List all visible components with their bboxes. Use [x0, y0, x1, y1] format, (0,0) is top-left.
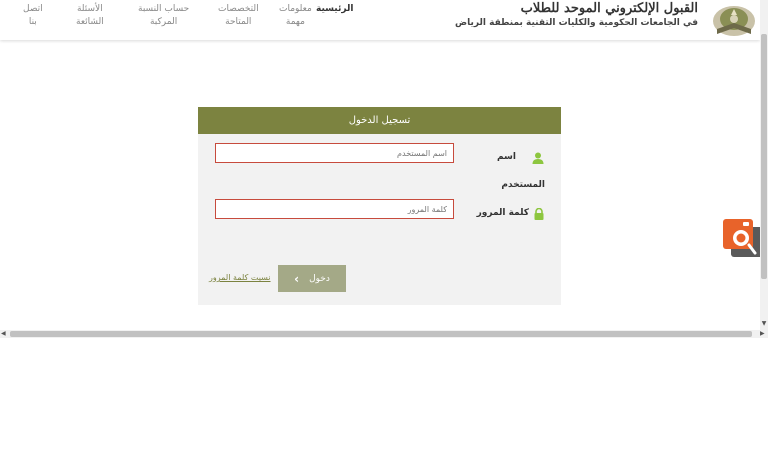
- chevron-right-icon: ›: [294, 271, 300, 286]
- nav-faq-line1: الأسئلة: [76, 4, 103, 14]
- password-input[interactable]: [215, 199, 454, 219]
- login-card: تسجيل الدخول اسم المستخدم كلمة المرور دخ…: [198, 107, 561, 305]
- quran-book-logo-icon[interactable]: [711, 1, 757, 39]
- nav-composite-calc[interactable]: حساب النسبة المركبة: [138, 3, 189, 29]
- camera-widget-icon[interactable]: [723, 219, 763, 257]
- scroll-right-arrow-icon[interactable]: ▶: [760, 330, 765, 338]
- lock-icon: [533, 205, 545, 220]
- nav-faq[interactable]: الأسئلة الشائعة: [76, 3, 104, 29]
- scroll-down-arrow-icon[interactable]: ▼: [760, 320, 768, 328]
- horizontal-scrollbar[interactable]: ◀ ▶: [0, 330, 768, 338]
- user-icon: [532, 149, 544, 164]
- nav-home-label: الرئيسية: [316, 4, 354, 14]
- username-input[interactable]: [215, 143, 454, 163]
- nav-composite-calc-line1: حساب النسبة: [138, 4, 190, 14]
- login-button-label: دخول: [309, 273, 330, 284]
- site-header: القبول الإلكتروني الموحد للطلاب في الجام…: [0, 0, 760, 40]
- vertical-scrollbar-thumb[interactable]: [761, 34, 767, 279]
- login-button[interactable]: دخول ›: [278, 265, 346, 292]
- username-label-line2: المستخدم: [501, 180, 545, 190]
- scroll-left-arrow-icon[interactable]: ◀: [1, 330, 6, 338]
- nav-contact[interactable]: اتصل بنا: [23, 3, 43, 29]
- nav-contact-line1: اتصل: [23, 4, 43, 14]
- forgot-password-link[interactable]: نسيت كلمة المرور: [209, 273, 271, 282]
- nav-faq-line2: الشائعة: [76, 17, 104, 27]
- login-card-title: تسجيل الدخول: [198, 107, 561, 134]
- nav-available-majors-line2: المتاحة: [225, 17, 252, 27]
- nav-important-info-line2: مهمة: [285, 17, 305, 27]
- brand-title: القبول الإلكتروني الموحد للطلاب: [520, 1, 698, 16]
- nav-home[interactable]: الرئيسية: [316, 3, 353, 16]
- username-label-line1: اسم: [497, 152, 516, 162]
- vertical-scrollbar[interactable]: ▼: [760, 0, 768, 330]
- nav-important-info-line1: معلومات: [279, 4, 312, 14]
- nav-contact-line2: بنا: [28, 17, 37, 27]
- password-label: كلمة المرور: [476, 208, 529, 218]
- page-viewport: القبول الإلكتروني الموحد للطلاب في الجام…: [0, 0, 768, 338]
- nav-important-info[interactable]: معلومات مهمة: [279, 3, 312, 29]
- nav-available-majors[interactable]: التخصصات المتاحة: [218, 3, 259, 29]
- horizontal-scrollbar-thumb[interactable]: [10, 331, 752, 337]
- nav-available-majors-line1: التخصصات: [218, 4, 259, 14]
- brand-subtitle: في الجامعات الحكومية والكليات التقنية بم…: [455, 18, 698, 28]
- nav-composite-calc-line2: المركبة: [149, 17, 178, 27]
